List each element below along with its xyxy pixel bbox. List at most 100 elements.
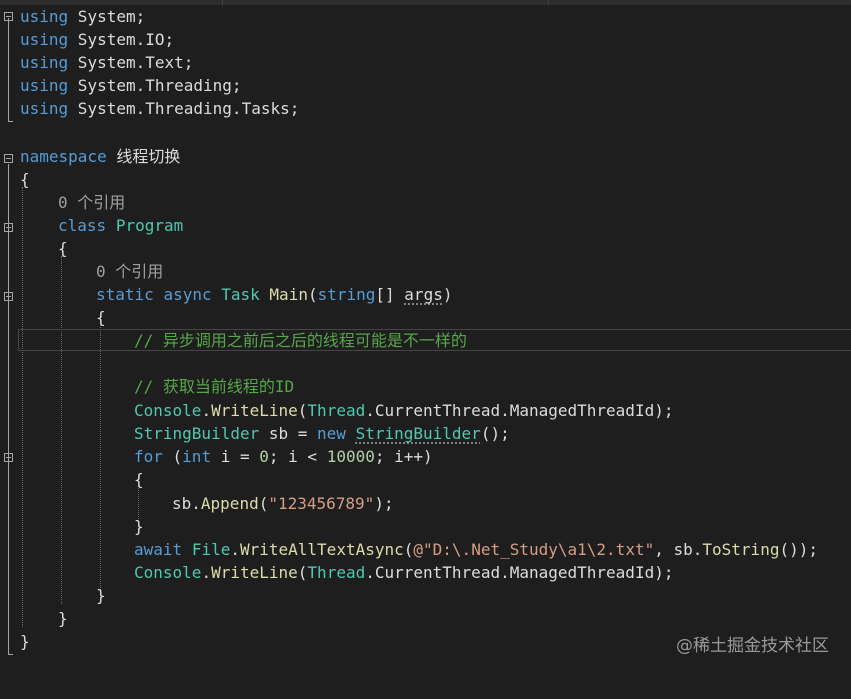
brace: } xyxy=(58,609,68,628)
code-line-4[interactable]: using System.Threading; xyxy=(0,74,242,97)
variable-name: sb xyxy=(673,540,693,559)
brace: } xyxy=(96,586,106,605)
code-line-1[interactable]: using System; xyxy=(0,5,145,28)
keyword: using xyxy=(20,99,69,118)
code-line-17[interactable]: // 获取当前线程的ID xyxy=(0,375,294,398)
brace: { xyxy=(20,170,30,189)
parameter-name: args xyxy=(404,285,443,304)
code-line-23[interactable]: } xyxy=(0,515,144,538)
type-name: StringBuilder xyxy=(355,424,481,443)
keyword: using xyxy=(20,30,69,49)
punctuation: ( xyxy=(258,494,269,513)
keyword: using xyxy=(20,76,69,95)
code-line-20[interactable]: for (int i = 0; i < 10000; i++) xyxy=(0,445,433,468)
punctuation: ) xyxy=(442,285,453,304)
code-line-18[interactable]: Console.WriteLine(Thread.CurrentThread.M… xyxy=(0,399,673,422)
punctuation: , xyxy=(654,540,674,559)
brace: { xyxy=(96,308,106,327)
keyword: string xyxy=(317,285,376,304)
code-editor[interactable]: using System; using System.IO; using Sys… xyxy=(0,5,851,678)
type-name: Thread xyxy=(307,401,366,420)
code-line-11[interactable]: { xyxy=(0,237,68,260)
code-text: sb = xyxy=(259,424,318,443)
type-name: Program xyxy=(115,216,184,235)
code-text: System.Text; xyxy=(68,53,194,72)
method-name: Append xyxy=(200,494,259,513)
codelens-references[interactable]: 0 个引用 xyxy=(0,191,125,214)
keyword: async xyxy=(163,285,212,304)
code-text: .CurrentThread.ManagedThreadId); xyxy=(365,401,674,420)
punctuation: ()); xyxy=(779,540,818,559)
code-line-28[interactable]: } xyxy=(0,630,39,653)
variable-name: sb xyxy=(172,494,192,513)
code-text: i = xyxy=(211,447,260,466)
code-line-24[interactable]: await File.WriteAllTextAsync(@"D:\.Net_S… xyxy=(0,538,818,561)
brace: { xyxy=(134,470,144,489)
code-line-10[interactable]: class Program xyxy=(0,214,183,237)
keyword: for xyxy=(134,447,163,466)
punctuation: . xyxy=(191,494,201,513)
code-text: ; i++) xyxy=(374,447,433,466)
punctuation: ( xyxy=(162,447,183,466)
punctuation: (); xyxy=(480,424,510,443)
code-line-7[interactable]: namespace 线程切换 xyxy=(0,145,180,168)
type-name: StringBuilder xyxy=(134,424,260,443)
brace: } xyxy=(134,517,144,536)
code-line-8[interactable]: { xyxy=(0,168,39,191)
code-line-22[interactable]: sb.Append("123456789"); xyxy=(0,492,394,515)
type-name: File xyxy=(191,540,231,559)
punctuation: ( xyxy=(297,563,308,582)
code-line-21[interactable]: { xyxy=(0,468,144,491)
comment: // 获取当前线程的ID xyxy=(134,377,295,396)
code-line-3[interactable]: using System.Text; xyxy=(0,51,193,74)
keyword: namespace xyxy=(20,147,107,166)
keyword: int xyxy=(182,447,212,466)
method-name: WriteLine xyxy=(211,401,298,420)
code-line-27[interactable]: } xyxy=(0,607,68,630)
method-name: WriteAllTextAsync xyxy=(239,540,404,559)
keyword: using xyxy=(20,7,69,26)
punctuation: ( xyxy=(307,285,318,304)
codelens-references[interactable]: 0 个引用 xyxy=(0,260,163,283)
keyword: class xyxy=(58,216,107,235)
watermark: @稀土掘金技术社区 xyxy=(676,636,829,656)
code-line-2[interactable]: using System.IO; xyxy=(0,28,174,51)
punctuation: . xyxy=(230,540,240,559)
namespace-name: 线程切换 xyxy=(106,147,181,166)
code-line-19[interactable]: StringBuilder sb = new StringBuilder(); xyxy=(0,422,510,445)
type-name: Console xyxy=(134,563,202,582)
string-literal: "123456789" xyxy=(268,494,375,513)
codelens-text: 0 个引用 xyxy=(58,193,126,212)
number-literal: 10000 xyxy=(326,447,375,466)
keyword: new xyxy=(317,424,346,443)
punctuation: ( xyxy=(403,540,414,559)
code-line-14[interactable]: { xyxy=(0,306,106,329)
number-literal: 0 xyxy=(259,447,269,466)
string-literal: @"D:\.Net_Study\a1\2.txt" xyxy=(413,540,655,559)
codelens-text: 0 个引用 xyxy=(96,262,164,281)
brace: } xyxy=(20,632,30,651)
code-text: System.Threading.Tasks; xyxy=(68,99,300,118)
type-name: Console xyxy=(134,401,202,420)
punctuation: [] xyxy=(375,285,405,304)
punctuation: . xyxy=(201,563,212,582)
code-line-5[interactable]: using System.Threading.Tasks; xyxy=(0,97,299,120)
punctuation: . xyxy=(692,540,703,559)
keyword: using xyxy=(20,53,69,72)
code-line-15[interactable]: // 异步调用之前后之后的线程可能是不一样的 xyxy=(0,329,467,352)
punctuation: . xyxy=(201,401,212,420)
code-line-26[interactable]: } xyxy=(0,584,106,607)
code-text: System.IO; xyxy=(68,30,175,49)
code-text: System.Threading; xyxy=(68,76,242,95)
code-line-25[interactable]: Console.WriteLine(Thread.CurrentThread.M… xyxy=(0,561,673,584)
keyword: static xyxy=(96,285,154,304)
type-name: Thread xyxy=(307,563,366,582)
code-line-13[interactable]: static async Task Main(string[] args) xyxy=(0,283,452,306)
keyword: await xyxy=(134,540,183,559)
code-text: .CurrentThread.ManagedThreadId); xyxy=(365,563,674,582)
code-text: System; xyxy=(68,7,146,26)
indent-guide xyxy=(61,256,62,604)
method-name: WriteLine xyxy=(211,563,298,582)
